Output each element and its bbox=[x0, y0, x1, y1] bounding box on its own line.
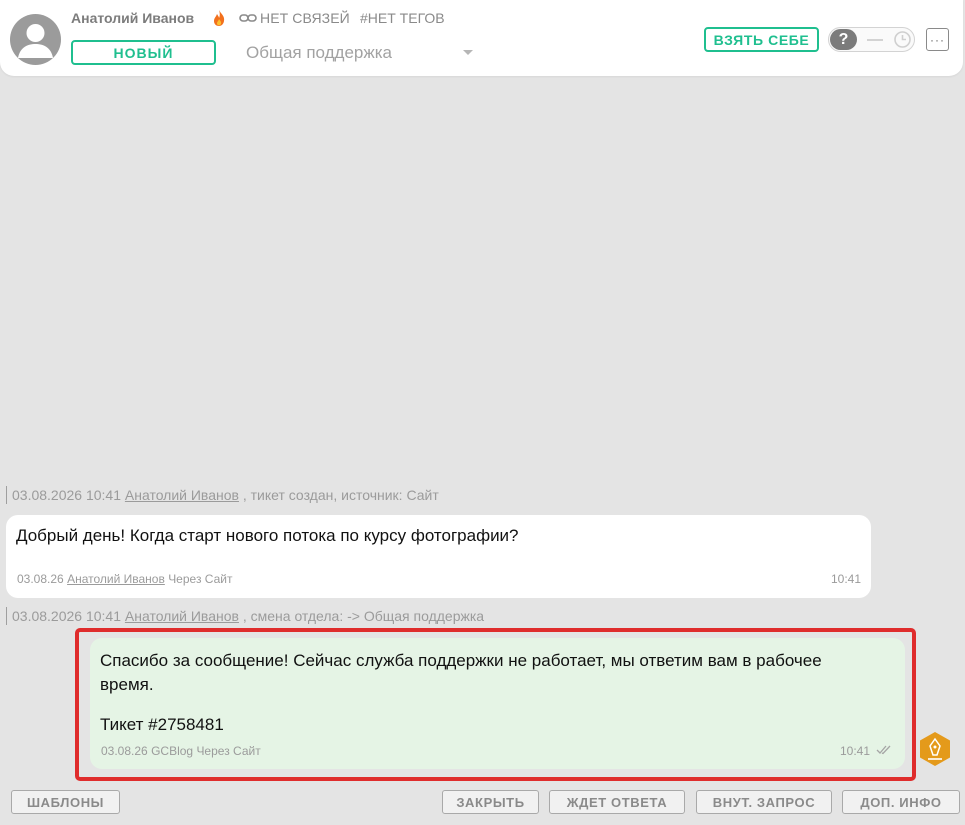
system-event: 03.08.2026 10:41 Анатолий Иванов , тикет… bbox=[6, 486, 439, 504]
avatar bbox=[10, 14, 61, 65]
client-name[interactable]: Анатолий Иванов bbox=[71, 10, 194, 26]
double-check-icon bbox=[876, 745, 891, 755]
outgoing-message: Спасибо за сообщение! Сейчас служба подд… bbox=[90, 638, 905, 769]
link-icon bbox=[239, 14, 257, 22]
fire-icon bbox=[214, 10, 225, 26]
more-options-button[interactable]: ··· bbox=[926, 28, 949, 51]
message-meta: 03.08.26 Анатолий Иванов Через Сайт bbox=[17, 572, 232, 586]
chevron-down-icon bbox=[463, 50, 473, 55]
message-meta: 03.08.26 GCBlog Через Сайт bbox=[101, 744, 261, 758]
event-text: , тикет создан, источник: Сайт bbox=[242, 487, 439, 503]
message-channel: Через Сайт bbox=[196, 744, 261, 758]
event-datetime: 03.08.2026 10:41 bbox=[12, 608, 121, 624]
system-event: 03.08.2026 10:41 Анатолий Иванов , смена… bbox=[6, 607, 484, 625]
event-author-link[interactable]: Анатолий Иванов bbox=[125, 608, 239, 624]
close-ticket-button[interactable]: ЗАКРЫТЬ bbox=[442, 790, 539, 814]
extra-info-button[interactable]: ДОП. ИНФО bbox=[842, 790, 960, 814]
department-value: Общая поддержка bbox=[246, 43, 393, 62]
department-select[interactable]: Общая поддержка bbox=[246, 41, 478, 65]
schedule-toggle[interactable]: ? bbox=[828, 27, 915, 52]
templates-button[interactable]: ШАБЛОНЫ bbox=[11, 790, 120, 814]
incoming-message: Добрый день! Когда старт нового потока п… bbox=[6, 515, 871, 598]
ticket-header: Анатолий Иванов НЕТ СВЯЗЕЙ #НЕТ ТЕГОВ НО… bbox=[0, 0, 963, 76]
message-date: 03.08.26 bbox=[101, 744, 148, 758]
take-ticket-button[interactable]: ВЗЯТЬ СЕБЕ bbox=[704, 27, 819, 52]
toggle-track-dash bbox=[867, 39, 883, 41]
message-text: Добрый день! Когда старт нового потока п… bbox=[16, 526, 519, 545]
event-datetime: 03.08.2026 10:41 bbox=[12, 487, 121, 503]
message-text: Спасибо за сообщение! Сейчас служба подд… bbox=[100, 651, 822, 694]
links-label: НЕТ СВЯЗЕЙ bbox=[260, 10, 350, 26]
internal-request-button[interactable]: ВНУТ. ЗАПРОС bbox=[696, 790, 832, 814]
message-date: 03.08.26 bbox=[17, 572, 64, 586]
tags-indicator[interactable]: #НЕТ ТЕГОВ bbox=[360, 10, 445, 26]
event-text: , смена отдела: -> Общая поддержка bbox=[242, 608, 485, 624]
message-author: GCBlog bbox=[151, 744, 194, 758]
message-time: 10:41 bbox=[839, 744, 870, 758]
links-indicator[interactable]: НЕТ СВЯЗЕЙ bbox=[239, 10, 350, 26]
status-badge[interactable]: НОВЫЙ bbox=[71, 40, 216, 65]
message-time: 10:41 bbox=[830, 572, 861, 586]
message-author-link[interactable]: Анатолий Иванов bbox=[67, 572, 165, 586]
ellipsis-icon: ··· bbox=[930, 32, 945, 47]
awaiting-reply-button[interactable]: ЖДЕТ ОТВЕТА bbox=[549, 790, 685, 814]
message-channel: Через Сайт bbox=[168, 572, 233, 586]
question-icon: ? bbox=[830, 29, 857, 50]
ticket-number: Тикет #2758481 bbox=[100, 715, 224, 734]
event-author-link[interactable]: Анатолий Иванов bbox=[125, 487, 239, 503]
clock-icon bbox=[894, 31, 911, 48]
signature-icon[interactable] bbox=[918, 731, 952, 767]
